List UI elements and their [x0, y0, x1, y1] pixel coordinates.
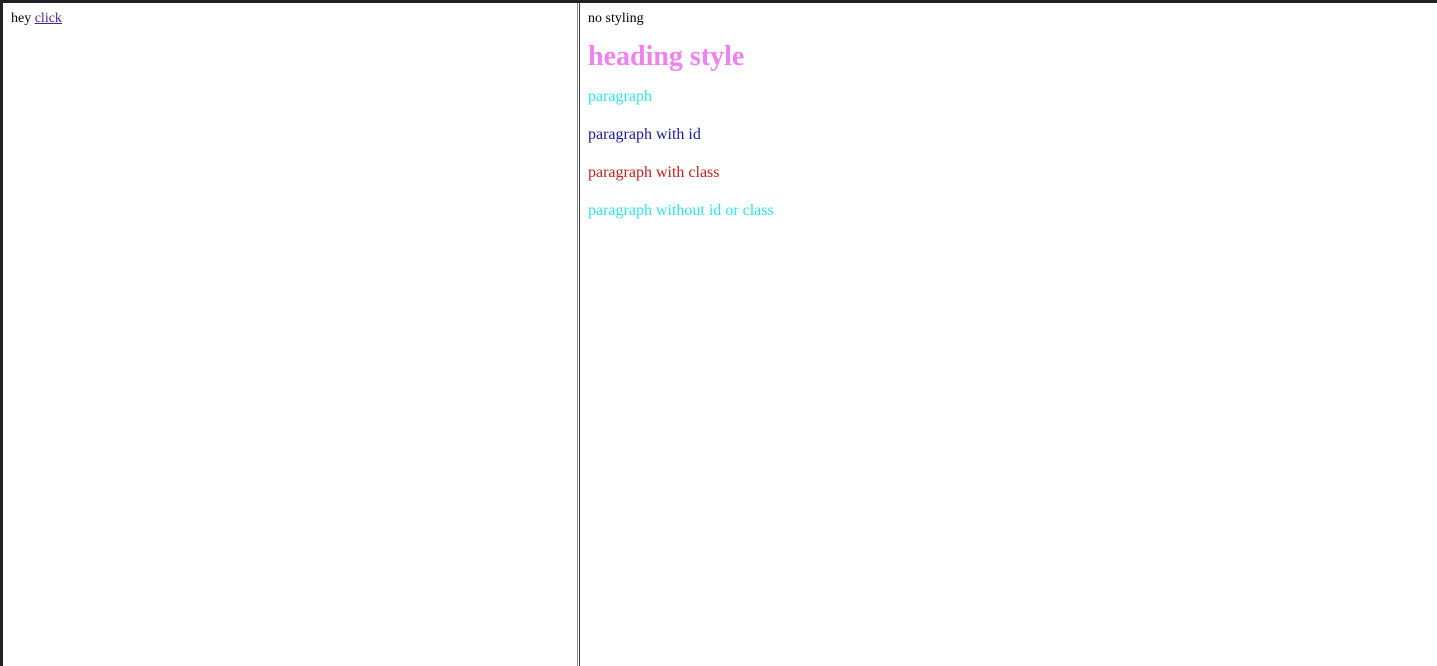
right-frame: no styling heading style paragraph parag… [580, 3, 1437, 666]
plain-text: no styling [588, 11, 644, 26]
paragraph-with-class: paragraph with class [588, 164, 720, 181]
left-frame: hey click [3, 3, 577, 666]
greeting-text: hey [11, 11, 32, 26]
paragraph-without-id-or-class: paragraph without id or class [588, 202, 774, 219]
greeting-line: hey click [11, 11, 569, 27]
click-link[interactable]: click [35, 11, 62, 26]
right-frame-content: no styling heading style paragraph parag… [580, 3, 1437, 247]
paragraph-plain: paragraph [588, 88, 652, 105]
frameset: hey click no styling heading style parag… [3, 3, 1437, 666]
paragraph-with-id: paragraph with id [588, 126, 701, 143]
left-frame-content: hey click [3, 3, 577, 35]
styled-heading: heading style [588, 41, 745, 72]
